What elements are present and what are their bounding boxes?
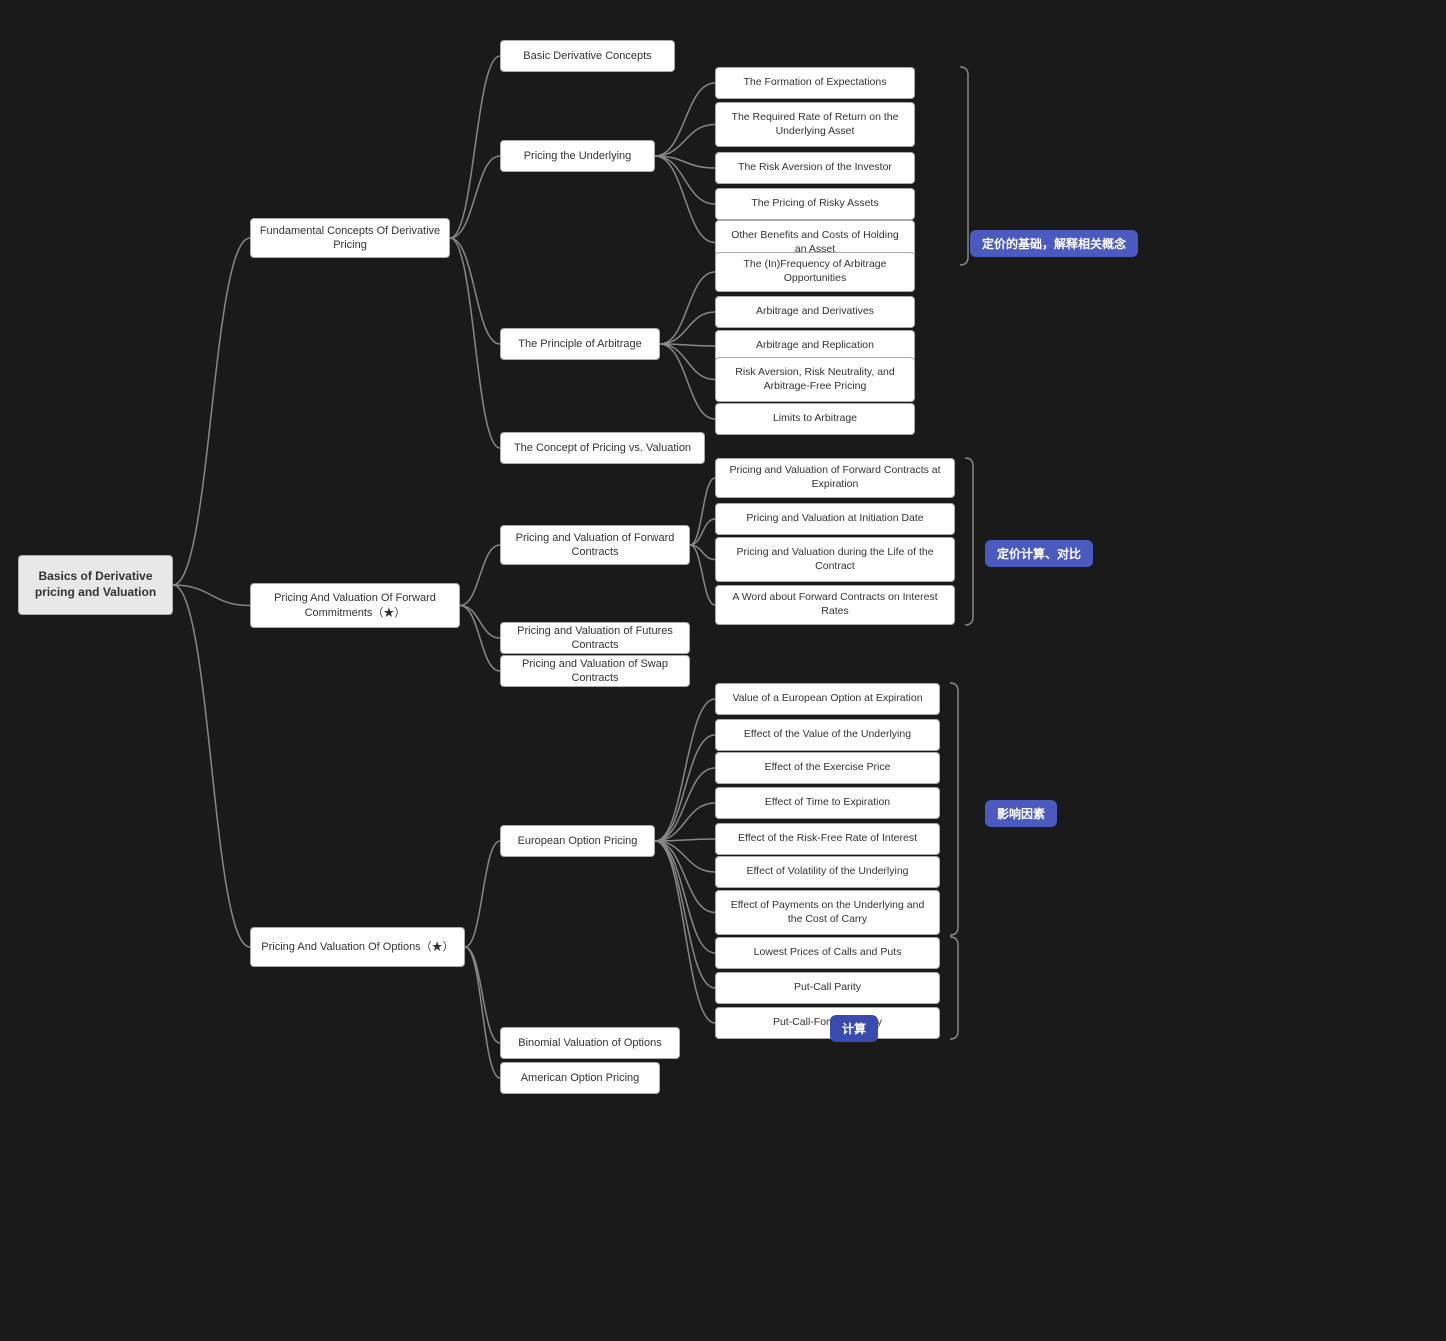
node-l2e: Pricing and Valuation of Forward Contrac… bbox=[500, 525, 690, 565]
badge-b2: 定价计算、对比 bbox=[985, 540, 1093, 567]
mindmap-container: Basics of Derivative pricing and Valuati… bbox=[0, 0, 1446, 1341]
node-l3k: Pricing and Valuation of Forward Contrac… bbox=[715, 458, 955, 498]
node-l1a: Fundamental Concepts Of Derivative Prici… bbox=[250, 218, 450, 258]
node-l3s: Effect of the Risk-Free Rate of Interest bbox=[715, 823, 940, 855]
node-l2f: Pricing and Valuation of Futures Contrac… bbox=[500, 622, 690, 654]
badge-b1: 定价的基础，解释相关概念 bbox=[970, 230, 1138, 257]
node-l3l: Pricing and Valuation at Initiation Date bbox=[715, 503, 955, 535]
node-l2b: Pricing the Underlying bbox=[500, 140, 655, 172]
node-l1b: Pricing And Valuation Of Forward Commitm… bbox=[250, 583, 460, 628]
node-l1c: Pricing And Valuation Of Options（★） bbox=[250, 927, 465, 967]
node-l3x: Put-Call-Forward Parity bbox=[715, 1007, 940, 1039]
node-l2c: The Principle of Arbitrage bbox=[500, 328, 660, 360]
node-l3f: The (In)Frequency of Arbitrage Opportuni… bbox=[715, 252, 915, 292]
node-l3o: Value of a European Option at Expiration bbox=[715, 683, 940, 715]
node-l3j: Limits to Arbitrage bbox=[715, 403, 915, 435]
node-root: Basics of Derivative pricing and Valuati… bbox=[18, 555, 173, 615]
node-l2g: Pricing and Valuation of Swap Contracts bbox=[500, 655, 690, 687]
node-l3d: The Pricing of Risky Assets bbox=[715, 188, 915, 220]
node-l3i: Risk Aversion, Risk Neutrality, and Arbi… bbox=[715, 357, 915, 402]
node-l3g: Arbitrage and Derivatives bbox=[715, 296, 915, 328]
node-l3t: Effect of Volatility of the Underlying bbox=[715, 856, 940, 888]
node-l3b: The Required Rate of Return on the Under… bbox=[715, 102, 915, 147]
node-l3q: Effect of the Exercise Price bbox=[715, 752, 940, 784]
node-l2a: Basic Derivative Concepts bbox=[500, 40, 675, 72]
node-l3r: Effect of Time to Expiration bbox=[715, 787, 940, 819]
node-l3n: A Word about Forward Contracts on Intere… bbox=[715, 585, 955, 625]
node-l3c: The Risk Aversion of the Investor bbox=[715, 152, 915, 184]
node-l3v: Lowest Prices of Calls and Puts bbox=[715, 937, 940, 969]
node-l2i: Binomial Valuation of Options bbox=[500, 1027, 680, 1059]
node-l2d: The Concept of Pricing vs. Valuation bbox=[500, 432, 705, 464]
node-l3u: Effect of Payments on the Underlying and… bbox=[715, 890, 940, 935]
node-l3p: Effect of the Value of the Underlying bbox=[715, 719, 940, 751]
node-l3a: The Formation of Expectations bbox=[715, 67, 915, 99]
badge-b3: 影响因素 bbox=[985, 800, 1057, 827]
node-l2j: American Option Pricing bbox=[500, 1062, 660, 1094]
node-l2h: European Option Pricing bbox=[500, 825, 655, 857]
node-l3m: Pricing and Valuation during the Life of… bbox=[715, 537, 955, 582]
badge-b4: 计算 bbox=[830, 1015, 878, 1042]
node-l3w: Put-Call Parity bbox=[715, 972, 940, 1004]
